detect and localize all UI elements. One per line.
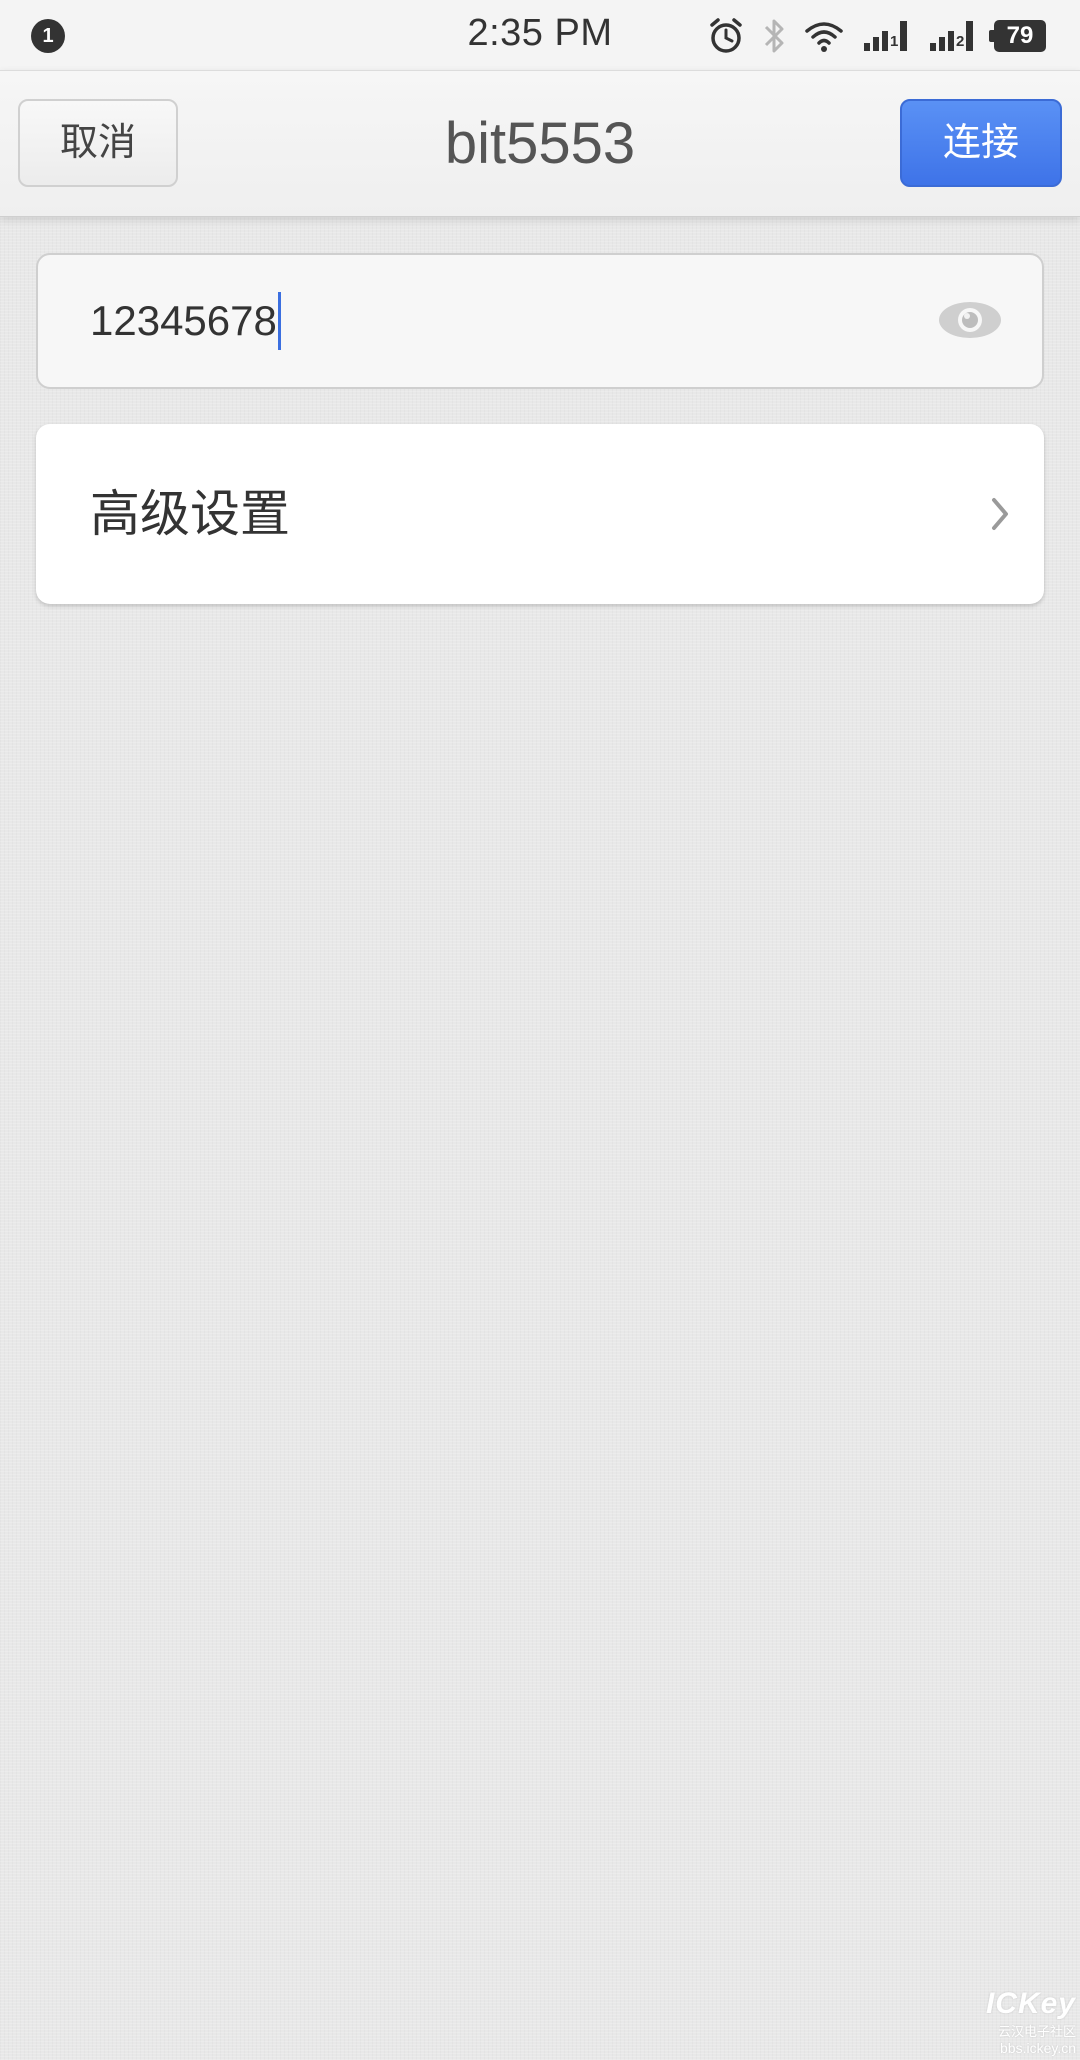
sim2-label: 2 bbox=[956, 33, 965, 50]
wifi-icon bbox=[804, 19, 844, 53]
watermark: ICKey 云汉电子社区 bbs.ickey.cn bbox=[972, 1987, 1076, 2056]
password-value: 12345678 bbox=[90, 297, 277, 344]
signal-sim1-icon: 1 bbox=[862, 19, 910, 53]
alarm-icon bbox=[708, 17, 744, 55]
text-caret bbox=[277, 292, 281, 350]
signal-sim2-icon: 2 bbox=[928, 19, 976, 53]
bluetooth-icon bbox=[762, 17, 786, 55]
eye-icon[interactable] bbox=[938, 300, 1002, 340]
advanced-settings-label: 高级设置 bbox=[90, 486, 290, 542]
header-bar: 取消 bit5553 连接 bbox=[0, 70, 1080, 217]
status-icons: 1 2 79 bbox=[708, 14, 1046, 58]
password-input[interactable]: 12345678 bbox=[90, 255, 281, 387]
password-field[interactable]: 12345678 bbox=[36, 253, 1044, 389]
status-bar: 1 2:35 PM 1 2 79 bbox=[0, 0, 1080, 70]
watermark-logo: ICKey bbox=[985, 1987, 1076, 2020]
watermark-url: bbs.ickey.cn bbox=[1000, 2040, 1076, 2056]
watermark-subtitle: 云汉电子社区 bbox=[997, 2024, 1076, 2039]
advanced-settings-row[interactable]: 高级设置 bbox=[36, 424, 1044, 604]
sim1-label: 1 bbox=[890, 33, 899, 50]
connect-button[interactable]: 连接 bbox=[900, 99, 1062, 187]
chevron-right-icon bbox=[990, 496, 1010, 532]
page-title: bit5553 bbox=[444, 111, 636, 176]
cancel-button[interactable]: 取消 bbox=[18, 99, 178, 187]
battery-icon: 79 bbox=[989, 20, 1046, 52]
